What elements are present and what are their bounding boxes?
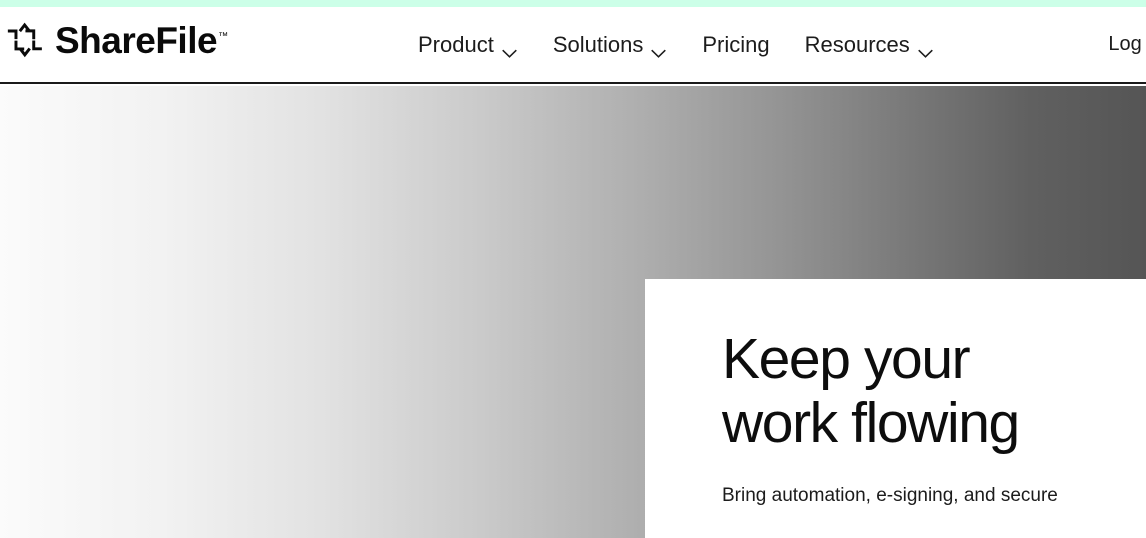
- nav-item-pricing-label: Pricing: [702, 31, 770, 57]
- hero-subtitle: Bring automation, e-signing, and secure: [722, 484, 1058, 506]
- chevron-down-icon: [650, 39, 667, 58]
- nav-item-pricing[interactable]: Pricing: [702, 28, 769, 62]
- top-accent-bar: [0, 0, 1146, 7]
- chevron-down-icon: [501, 39, 518, 58]
- auth-area: Log In: [1108, 7, 1146, 82]
- nav-item-resources-label: Resources: [804, 31, 910, 57]
- brand-name: ShareFile™: [55, 22, 228, 59]
- trademark-symbol: ™: [218, 31, 229, 43]
- nav-item-product[interactable]: Product: [418, 28, 518, 62]
- hero-title-line-2: work flowing: [722, 391, 1020, 456]
- brand-name-text: ShareFile: [55, 19, 218, 61]
- page-root: ShareFile™ Product Solutions Pricing Res…: [0, 0, 1146, 538]
- chevron-down-icon: [917, 39, 934, 58]
- nav-item-solutions-label: Solutions: [552, 31, 644, 57]
- nav-item-resources[interactable]: Resources: [805, 28, 934, 62]
- nav-item-product-label: Product: [418, 31, 494, 57]
- hero-title-line-1: Keep your: [722, 327, 971, 391]
- hero-section: Keep your work flowing Bring automation,…: [0, 86, 1146, 538]
- nav-item-solutions[interactable]: Solutions: [553, 28, 668, 62]
- main-navigation: Product Solutions Pricing Resources: [418, 7, 934, 82]
- page-title: Keep your work flowing: [722, 327, 1146, 456]
- sharefile-pinwheel-icon: [6, 21, 44, 59]
- site-header: ShareFile™ Product Solutions Pricing Res…: [0, 7, 1146, 84]
- brand-logo-link[interactable]: ShareFile™: [6, 21, 228, 59]
- hero-content-card: Keep your work flowing Bring automation,…: [645, 279, 1146, 538]
- login-link[interactable]: Log In: [1108, 33, 1146, 56]
